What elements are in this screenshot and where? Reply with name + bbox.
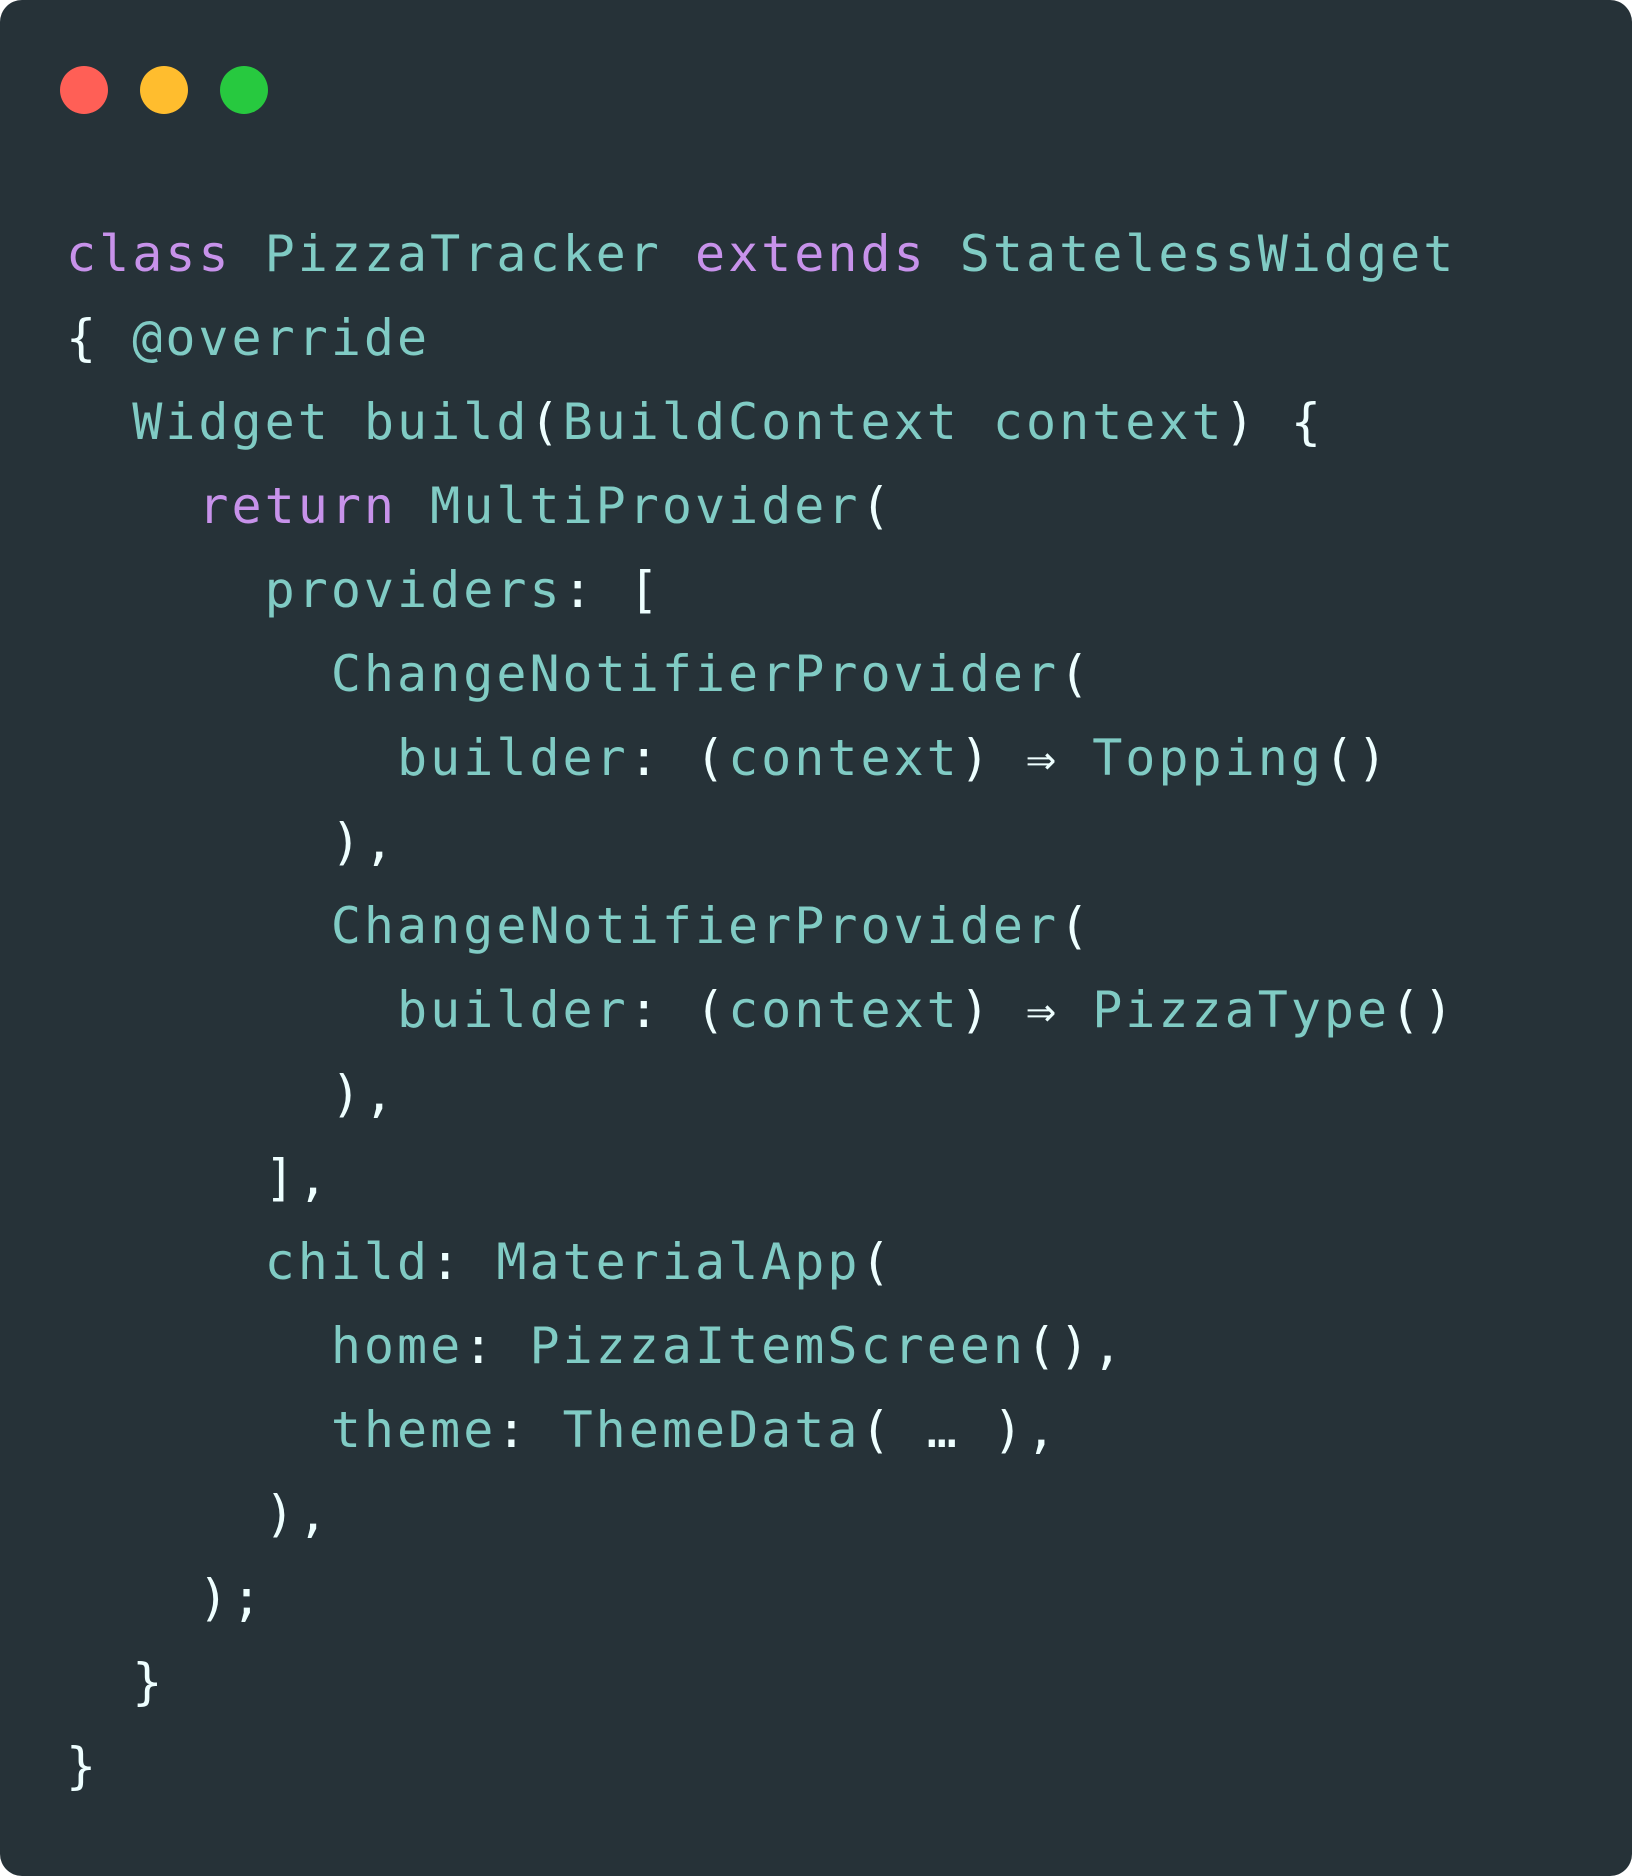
code-line: ), <box>66 1052 1456 1136</box>
code-line: } <box>66 1724 1456 1808</box>
code-punctuation: : <box>463 1317 530 1375</box>
code-punctuation: : <box>430 1233 497 1291</box>
code-line: } <box>66 1640 1456 1724</box>
code-line: theme: ThemeData( … ), <box>66 1388 1456 1472</box>
code-token: child <box>264 1233 431 1291</box>
code-keyword: extends <box>694 225 927 283</box>
code-token: PizzaType <box>1092 981 1391 1039</box>
code-token: ChangeNotifierProvider <box>330 897 1060 955</box>
code-keyword: class <box>66 225 232 283</box>
code-punctuation: ( … ), <box>860 1401 1060 1459</box>
code-window: class PizzaTracker extends StatelessWidg… <box>0 0 1632 1876</box>
code-punctuation: : ( <box>628 981 729 1039</box>
window-controls <box>60 66 268 114</box>
code-line: home: PizzaItemScreen(), <box>66 1304 1456 1388</box>
code-token: @override <box>132 309 431 367</box>
code-keyword: return <box>198 477 398 535</box>
code-token: StatelessWidget <box>959 225 1457 283</box>
code-punctuation: ], <box>264 1149 331 1207</box>
code-line: ); <box>66 1556 1456 1640</box>
code-punctuation: : <box>496 1401 563 1459</box>
code-line: ], <box>66 1136 1456 1220</box>
close-window-button[interactable] <box>60 66 108 114</box>
maximize-window-button[interactable] <box>220 66 268 114</box>
code-punctuation: ) { <box>1224 393 1324 451</box>
code-token: Widget build <box>132 393 530 451</box>
code-punctuation: : ( <box>628 729 729 787</box>
code-punctuation: ) ⇒ <box>959 729 1093 787</box>
code-token: ChangeNotifierProvider <box>330 645 1060 703</box>
code-line: ), <box>66 800 1456 884</box>
code-token: PizzaItemScreen <box>529 1317 1027 1375</box>
code-line: ChangeNotifierProvider( <box>66 884 1456 968</box>
code-punctuation: { <box>66 309 100 367</box>
code-punctuation: ); <box>198 1569 265 1627</box>
code-token: home <box>330 1317 464 1375</box>
code-token: builder <box>397 729 629 787</box>
code-token: BuildContext context <box>562 393 1225 451</box>
code-line: { @override <box>66 296 1456 380</box>
code-line: return MultiProvider( <box>66 464 1456 548</box>
code-punctuation: ( <box>860 477 894 535</box>
code-punctuation: ), <box>330 813 398 871</box>
code-token: PizzaTracker <box>264 225 662 283</box>
code-token: providers <box>264 561 563 619</box>
code-punctuation: () <box>1323 729 1391 787</box>
code-token: MaterialApp <box>496 1233 861 1291</box>
code-punctuation: ( <box>1059 645 1093 703</box>
code-line: class PizzaTracker extends StatelessWidg… <box>66 212 1456 296</box>
code-punctuation: ( <box>1059 897 1093 955</box>
code-token: theme <box>330 1401 497 1459</box>
code-line: builder: (context) ⇒ PizzaType() <box>66 968 1456 1052</box>
code-line: builder: (context) ⇒ Topping() <box>66 716 1456 800</box>
code-token: builder <box>397 981 629 1039</box>
code-punctuation: () <box>1390 981 1457 1039</box>
code-punctuation: ) ⇒ <box>959 981 1093 1039</box>
code-punctuation: ), <box>330 1065 398 1123</box>
code-punctuation: ), <box>264 1485 331 1543</box>
code-line: ), <box>66 1472 1456 1556</box>
code-line: child: MaterialApp( <box>66 1220 1456 1304</box>
code-punctuation: ( <box>529 393 563 451</box>
code-line: ChangeNotifierProvider( <box>66 632 1456 716</box>
minimize-window-button[interactable] <box>140 66 188 114</box>
code-token: context <box>728 729 960 787</box>
code-punctuation: } <box>132 1653 166 1711</box>
code-punctuation: ( <box>860 1233 894 1291</box>
code-line: Widget build(BuildContext context) { <box>66 380 1456 464</box>
code-punctuation: (), <box>1026 1317 1126 1375</box>
code-token: context <box>728 981 960 1039</box>
code-punctuation: } <box>66 1737 100 1795</box>
code-token: Topping <box>1092 729 1324 787</box>
code-block: class PizzaTracker extends StatelessWidg… <box>66 212 1456 1808</box>
code-punctuation: : [ <box>562 561 662 619</box>
code-token: ThemeData <box>562 1401 861 1459</box>
code-token: MultiProvider <box>430 477 861 535</box>
code-line: providers: [ <box>66 548 1456 632</box>
